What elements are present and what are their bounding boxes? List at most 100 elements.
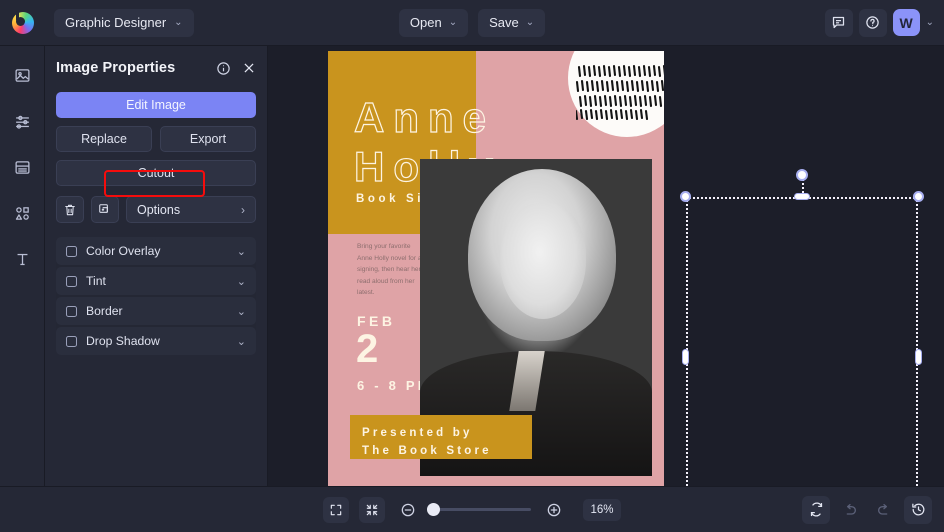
chevron-down-icon: ⌄ <box>525 17 535 28</box>
undo-icon <box>846 503 856 515</box>
poster-presenter-line2: The Book Store <box>362 445 492 458</box>
drop-shadow-checkbox[interactable] <box>66 335 77 347</box>
panel-header-actions <box>216 61 256 76</box>
top-toolbar: Graphic Designer ⌄ Open ⌄ Save ⌄ W ⌄ <box>0 0 944 46</box>
export-button[interactable]: Export <box>160 126 256 152</box>
adjustments-icon <box>15 115 29 129</box>
image-properties-panel: Image Properties Edit Image Replace Expo… <box>45 46 268 486</box>
selection-edge-right <box>916 197 918 486</box>
chevron-down-icon[interactable]: ⌄ <box>237 275 246 288</box>
history-button[interactable] <box>904 495 932 524</box>
poster-design[interactable]: Anne Holly Book Signing Bring your favor… <box>328 51 664 486</box>
save-label: Save <box>489 15 519 30</box>
chevron-down-icon[interactable]: ⌄ <box>237 335 246 348</box>
chevron-down-icon[interactable]: ⌄ <box>237 245 246 258</box>
app-logo-button[interactable] <box>0 10 46 34</box>
rotation-stem <box>802 175 804 197</box>
document-name-label: Graphic Designer <box>65 15 167 30</box>
close-button[interactable] <box>242 61 256 75</box>
chevron-right-icon: › <box>241 202 245 217</box>
zoom-in-button[interactable] <box>541 497 567 523</box>
help-circle-icon <box>866 16 879 29</box>
color-overlay-checkbox[interactable] <box>66 245 77 257</box>
account-chevron-down-icon[interactable]: ⌄ <box>926 17 934 28</box>
replace-export-row: Replace Export <box>56 126 256 152</box>
effects-list: Color Overlay ⌄ Tint ⌄ Border ⌄ Drop Sha… <box>56 237 256 355</box>
fit-selection-button[interactable] <box>359 496 385 523</box>
layers-icon <box>14 160 30 174</box>
resize-handle-middle-right[interactable] <box>915 349 922 365</box>
redo-button[interactable] <box>870 496 898 524</box>
duplicate-button[interactable] <box>91 196 119 223</box>
duplicate-icon <box>99 203 108 213</box>
selection-edge-left <box>686 197 688 486</box>
poster-day: 2 <box>356 327 379 371</box>
redo-icon <box>878 503 888 515</box>
effect-label: Color Overlay <box>86 244 161 258</box>
delete-button[interactable] <box>56 196 84 223</box>
sidebar-item-shapes[interactable] <box>5 198 39 228</box>
sync-icon <box>810 502 822 517</box>
options-label: Options <box>137 202 181 217</box>
zoom-out-button[interactable] <box>395 497 421 523</box>
fit-screen-icon <box>330 504 342 515</box>
effect-color-overlay[interactable]: Color Overlay ⌄ <box>56 237 256 265</box>
info-icon <box>217 61 230 75</box>
fit-screen-button[interactable] <box>323 496 349 523</box>
cutout-button[interactable]: Cutout <box>56 160 256 186</box>
replace-button[interactable]: Replace <box>56 126 152 152</box>
poster-presenter-line1: Presented by <box>362 427 473 439</box>
zoom-slider-knob[interactable] <box>427 503 440 516</box>
top-right-actions: W ⌄ <box>824 8 944 37</box>
border-checkbox[interactable] <box>66 305 77 317</box>
zoom-in-icon <box>547 503 561 516</box>
open-menu-button[interactable]: Open ⌄ <box>398 8 469 37</box>
bottom-toolbar: 16% <box>0 486 944 532</box>
zoom-slider-track[interactable] <box>427 503 531 516</box>
avatar[interactable]: W <box>892 9 920 36</box>
info-button[interactable] <box>216 61 231 76</box>
close-icon <box>244 63 254 73</box>
poster-scribble-pattern <box>576 64 664 121</box>
effect-drop-shadow[interactable]: Drop Shadow ⌄ <box>56 327 256 355</box>
selection-edge-top <box>686 197 918 199</box>
sync-button[interactable] <box>802 495 830 524</box>
trash-icon <box>65 204 75 215</box>
chevron-down-icon: ⌄ <box>174 17 183 28</box>
sidebar-item-text[interactable] <box>5 244 39 274</box>
resize-handle-middle-left[interactable] <box>682 349 689 365</box>
save-menu-button[interactable]: Save ⌄ <box>478 8 546 37</box>
sidebar-item-adjustments[interactable] <box>5 106 39 136</box>
effect-tint[interactable]: Tint ⌄ <box>56 267 256 295</box>
zoom-out-icon <box>401 503 415 516</box>
undo-button[interactable] <box>836 496 864 524</box>
tint-checkbox[interactable] <box>66 275 77 287</box>
workspace: Image Properties Edit Image Replace Expo… <box>0 46 944 486</box>
edit-image-button[interactable]: Edit Image <box>56 92 256 118</box>
canvas-area[interactable]: Anne Holly Book Signing Bring your favor… <box>268 46 944 486</box>
document-name-dropdown[interactable]: Graphic Designer ⌄ <box>54 8 194 37</box>
zoom-level-display[interactable]: 16% <box>583 498 621 521</box>
resize-handle-top-right[interactable] <box>913 191 924 202</box>
poster-title-line1: Anne <box>353 93 495 141</box>
comment-icon <box>832 16 845 29</box>
effect-border[interactable]: Border ⌄ <box>56 297 256 325</box>
options-button[interactable]: Options › <box>126 196 256 223</box>
zoom-slider[interactable] <box>427 503 531 516</box>
comment-button[interactable] <box>824 8 853 37</box>
help-button[interactable] <box>858 8 887 37</box>
resize-handle-top-center[interactable] <box>794 193 810 200</box>
image-selection-box <box>680 169 924 486</box>
text-icon <box>17 253 27 265</box>
history-icon <box>911 503 924 516</box>
effect-label: Tint <box>86 274 106 288</box>
resize-handle-top-left[interactable] <box>680 191 691 202</box>
rotate-handle[interactable] <box>796 169 808 181</box>
chevron-down-icon: ⌄ <box>448 17 458 28</box>
image-icon <box>14 68 30 82</box>
sidebar-item-layers[interactable] <box>5 152 39 182</box>
effect-label: Drop Shadow <box>86 334 160 348</box>
sidebar-item-image[interactable] <box>5 60 39 90</box>
object-actions-row: Options › <box>56 196 256 223</box>
chevron-down-icon[interactable]: ⌄ <box>237 305 246 318</box>
